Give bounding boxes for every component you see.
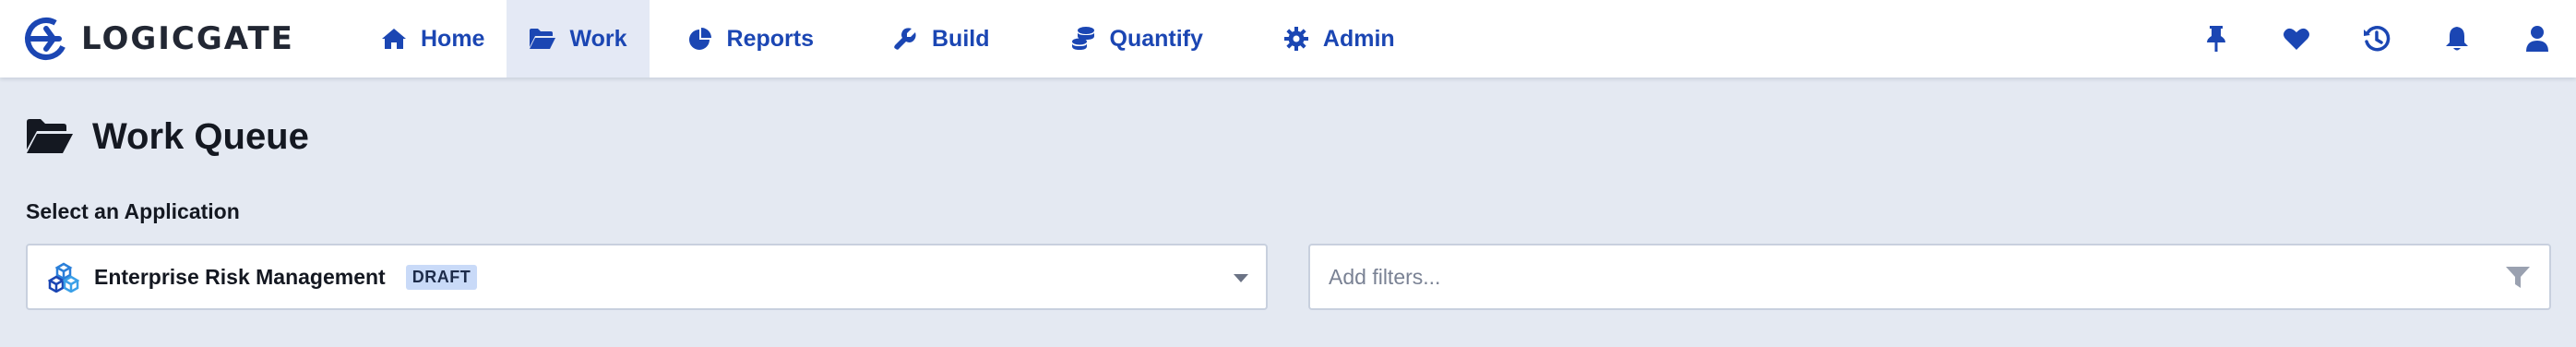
logicgate-logo[interactable]: LOGICGATE xyxy=(22,13,294,65)
nav-label-work: Work xyxy=(569,25,627,52)
utility-icons xyxy=(2154,0,2556,78)
pin-icon[interactable] xyxy=(2198,20,2235,57)
page-title: Work Queue xyxy=(92,115,309,157)
user-icon[interactable] xyxy=(2519,20,2556,57)
filters-field xyxy=(1308,244,2551,310)
selected-application: Enterprise Risk Management xyxy=(94,264,386,289)
folder-open-icon xyxy=(26,118,74,155)
nav-label-home: Home xyxy=(421,25,485,52)
heart-icon[interactable] xyxy=(2278,20,2315,57)
top-navigation-bar: LOGICGATE Home Work Reports Build Quanti… xyxy=(0,0,2576,78)
bell-icon[interactable] xyxy=(2439,20,2475,57)
nav-label-admin: Admin xyxy=(1322,25,1395,52)
nav-item-admin[interactable]: Admin xyxy=(1260,0,1417,78)
history-icon[interactable] xyxy=(2358,20,2395,57)
status-badge: DRAFT xyxy=(405,264,478,290)
wrench-icon xyxy=(891,25,919,53)
page-header: Work Queue xyxy=(26,109,309,164)
coins-icon xyxy=(1069,25,1097,53)
logicgate-logo-icon xyxy=(25,18,67,60)
main-nav: Home Work Reports Build Quantify Admin xyxy=(358,0,1417,78)
cubes-icon xyxy=(47,261,80,293)
nav-item-build[interactable]: Build xyxy=(869,0,1012,78)
filter-icon[interactable] xyxy=(2505,266,2531,290)
nav-item-quantify[interactable]: Quantify xyxy=(1047,0,1225,78)
logo-text: LOGICGATE xyxy=(81,20,294,57)
filters-input[interactable] xyxy=(1310,245,2549,308)
application-select-label: Select an Application xyxy=(26,199,240,223)
nav-item-home[interactable]: Home xyxy=(358,0,507,78)
nav-item-reports[interactable]: Reports xyxy=(664,0,836,78)
gear-icon xyxy=(1282,25,1310,53)
chevron-down-icon[interactable] xyxy=(1231,268,1251,288)
home-icon xyxy=(380,25,408,53)
pie-chart-icon xyxy=(686,25,714,53)
folder-open-icon xyxy=(529,25,556,53)
application-select[interactable]: Enterprise Risk Management DRAFT xyxy=(26,244,1268,310)
nav-item-work[interactable]: Work xyxy=(507,0,650,78)
nav-label-reports: Reports xyxy=(726,25,814,52)
nav-label-quantify: Quantify xyxy=(1109,25,1203,52)
nav-label-build: Build xyxy=(932,25,990,52)
